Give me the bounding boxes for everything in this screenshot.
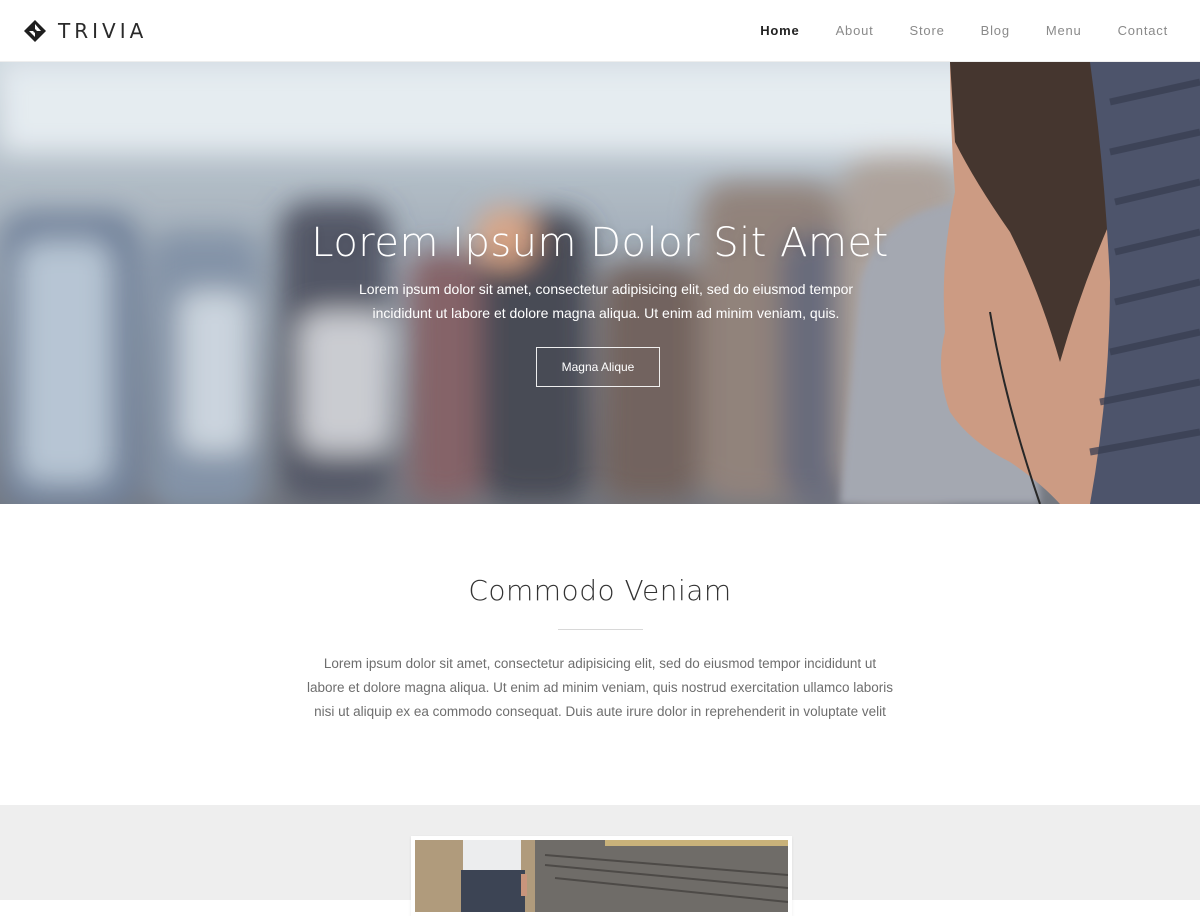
nav-item-home[interactable]: Home <box>760 23 799 38</box>
nav-item-menu[interactable]: Menu <box>1046 23 1082 38</box>
nav-item-contact[interactable]: Contact <box>1118 23 1168 38</box>
gallery-section <box>0 805 1200 916</box>
nav-item-about[interactable]: About <box>836 23 874 38</box>
hero-content: Lorem Ipsum Dolor Sit Amet Lorem ipsum d… <box>0 62 1200 504</box>
nav-item-blog[interactable]: Blog <box>981 23 1010 38</box>
hero-section: Lorem Ipsum Dolor Sit Amet Lorem ipsum d… <box>0 62 1200 504</box>
trivia-logo-icon <box>24 19 46 42</box>
brand-name: TRIVIA <box>58 18 148 43</box>
nav-item-store[interactable]: Store <box>910 23 945 38</box>
main-nav: Home About Store Blog Menu Contact <box>724 0 1176 62</box>
intro-title: Commodo Veniam <box>468 574 732 607</box>
brand-logo-link[interactable]: TRIVIA <box>24 19 147 43</box>
intro-text: Lorem ipsum dolor sit amet, consectetur … <box>306 656 894 719</box>
gallery-photo-frame[interactable] <box>411 836 792 916</box>
hero-text: Lorem ipsum dolor sit amet, consectetur … <box>358 281 854 321</box>
intro-section: Commodo Veniam Lorem ipsum dolor sit ame… <box>0 504 1200 805</box>
site-header: TRIVIA Home About Store Blog Menu Contac… <box>0 0 1200 62</box>
hero-title: Lorem Ipsum Dolor Sit Amet <box>311 220 889 266</box>
gallery-photo <box>415 840 788 912</box>
hero-cta-button[interactable]: Magna Alique <box>536 347 660 387</box>
intro-divider <box>558 629 643 630</box>
